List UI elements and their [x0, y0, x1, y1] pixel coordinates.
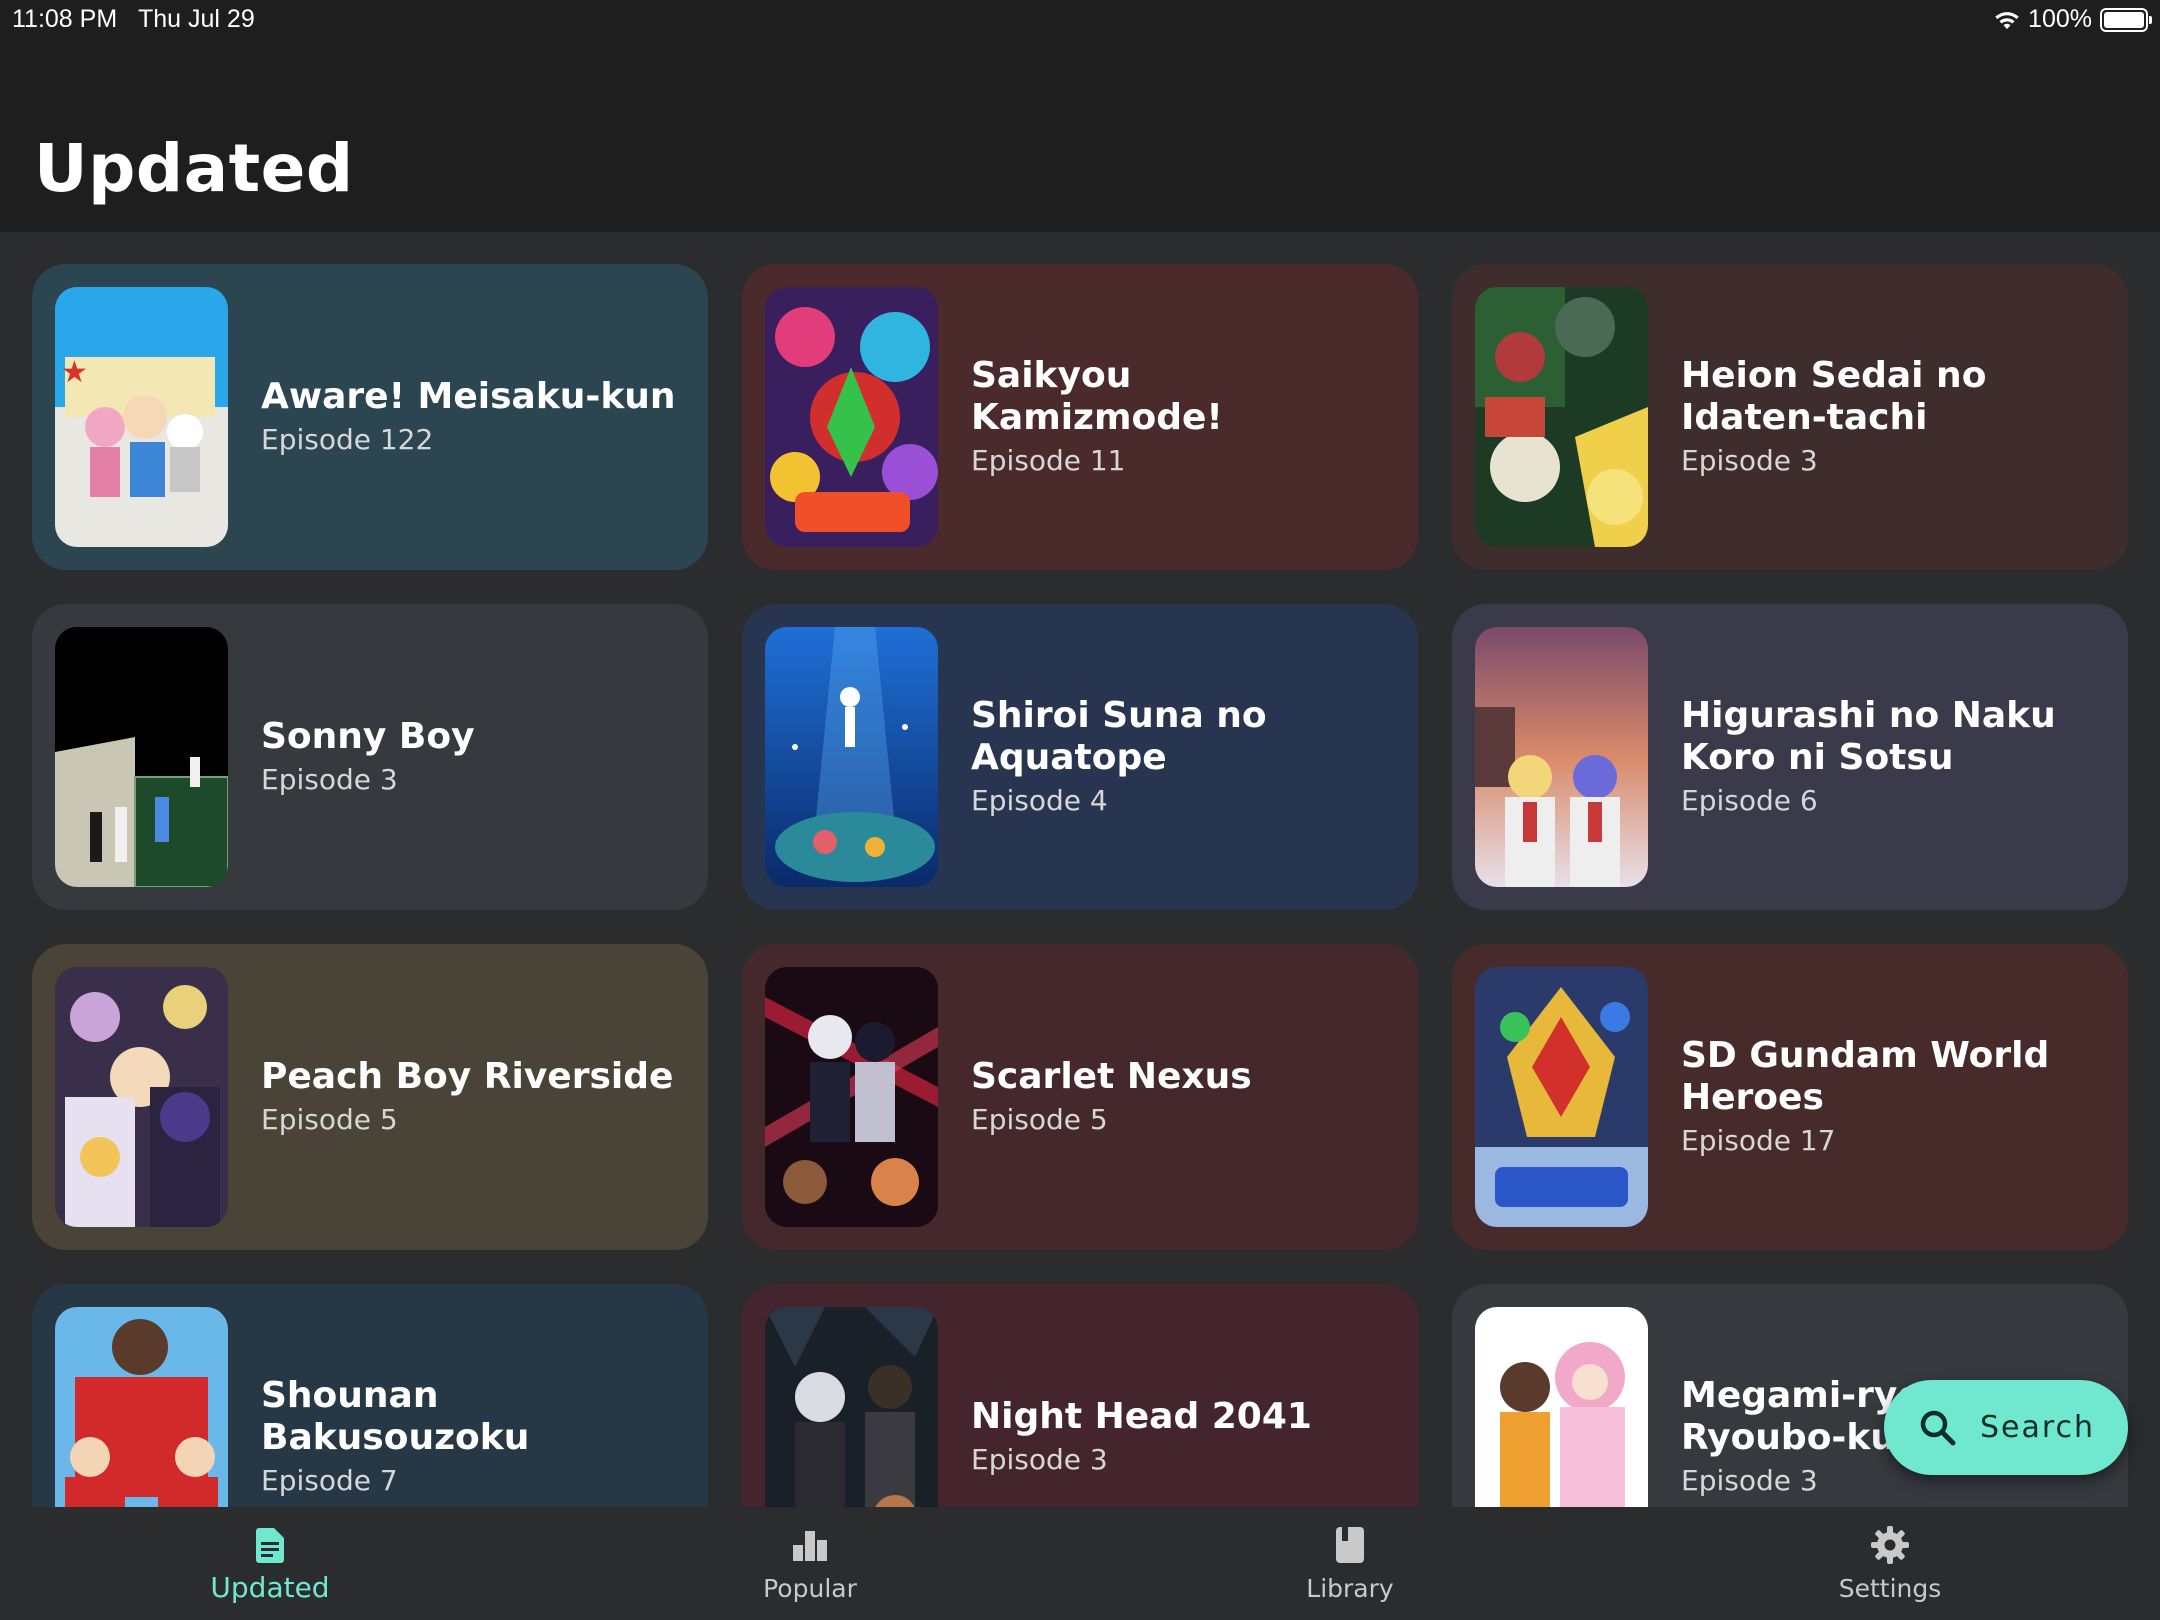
episode-label: Episode 122 — [261, 423, 434, 456]
nav-label-settings: Settings — [1838, 1574, 1942, 1603]
cover-image — [1475, 287, 1648, 547]
episode-card[interactable]: Night Head 2041 Episode 3 — [742, 1284, 1418, 1507]
series-title: Heion Sedai no Idaten-tachi — [1681, 355, 1987, 438]
episode-card[interactable]: Peach Boy Riverside Episode 5 — [32, 944, 708, 1250]
series-title: Scarlet Nexus — [971, 1056, 1252, 1097]
series-title: Shiroi Suna no Aquatope — [971, 695, 1267, 778]
wifi-icon — [1995, 11, 2019, 29]
cover-image — [765, 967, 938, 1227]
episode-label: Episode 3 — [261, 763, 398, 796]
cover-image — [765, 287, 938, 547]
nav-item-updated[interactable]: Updated — [0, 1507, 540, 1620]
episode-label: Episode 3 — [1681, 444, 1818, 477]
nav-item-library[interactable]: Library — [1080, 1507, 1620, 1620]
card-text: Shiroi Suna no Aquatope Episode 4 — [971, 604, 1391, 910]
episode-card[interactable]: Heion Sedai no Idaten-tachi Episode 3 — [1452, 264, 2128, 570]
episode-card[interactable]: Scarlet Nexus Episode 5 — [742, 944, 1418, 1250]
cover-image — [1475, 967, 1648, 1227]
gear-icon — [1871, 1526, 1909, 1564]
search-button[interactable]: Search — [1884, 1380, 2128, 1475]
card-text: Sonny Boy Episode 3 — [261, 604, 681, 910]
episode-card[interactable]: Higurashi no Naku Koro ni Sotsu Episode … — [1452, 604, 2128, 910]
series-title: Higurashi no Naku Koro ni Sotsu — [1681, 695, 2056, 778]
search-button-label: Search — [1980, 1410, 2096, 1445]
series-title: Shounan Bakusouzoku — [261, 1375, 530, 1458]
card-text: Heion Sedai no Idaten-tachi Episode 3 — [1681, 264, 2101, 570]
episode-label: Episode 5 — [261, 1103, 398, 1136]
app-screen: 11:08 PM Thu Jul 29 100% Updated ★ Aware… — [0, 0, 2160, 1620]
series-title: Night Head 2041 — [971, 1396, 1312, 1437]
episode-label: Episode 11 — [971, 444, 1126, 477]
series-title: Saikyou Kamizmode! — [971, 355, 1223, 438]
bottom-navigation: Updated Popular Library Settings — [0, 1507, 2160, 1620]
series-title: Aware! Meisaku-kun — [261, 376, 676, 417]
episode-card[interactable]: Saikyou Kamizmode! Episode 11 — [742, 264, 1418, 570]
status-bar: 11:08 PM Thu Jul 29 100% — [0, 0, 2160, 40]
nav-label-popular: Popular — [763, 1574, 857, 1603]
card-text: Shounan Bakusouzoku Episode 7 — [261, 1284, 681, 1507]
episode-card[interactable]: Shounan Bakusouzoku Episode 7 — [32, 1284, 708, 1507]
episode-label: Episode 5 — [971, 1103, 1108, 1136]
card-text: Aware! Meisaku-kun Episode 122 — [261, 264, 681, 570]
card-text: Night Head 2041 Episode 3 — [971, 1284, 1391, 1507]
series-title: Sonny Boy — [261, 716, 475, 757]
card-text: SD Gundam World Heroes Episode 17 — [1681, 944, 2101, 1250]
cover-image — [1475, 627, 1648, 887]
search-icon — [1920, 1410, 1956, 1445]
app-header: Updated — [0, 40, 2160, 232]
nav-label-updated: Updated — [210, 1571, 330, 1604]
cover-image: ★ — [55, 287, 228, 547]
episode-card[interactable]: SD Gundam World Heroes Episode 17 — [1452, 944, 2128, 1250]
battery-icon — [2100, 7, 2152, 32]
nav-label-library: Library — [1306, 1574, 1394, 1603]
episode-label: Episode 3 — [971, 1443, 1108, 1476]
nav-item-settings[interactable]: Settings — [1620, 1507, 2160, 1620]
episode-label: Episode 6 — [1681, 784, 1818, 817]
book-icon — [1336, 1527, 1364, 1563]
card-text: Peach Boy Riverside Episode 5 — [261, 944, 681, 1250]
episode-label: Episode 4 — [971, 784, 1108, 817]
episode-label: Episode 17 — [1681, 1124, 1836, 1157]
nav-item-popular[interactable]: Popular — [540, 1507, 1080, 1620]
card-text: Scarlet Nexus Episode 5 — [971, 944, 1391, 1250]
cover-image — [55, 1307, 228, 1507]
bar-chart-icon — [793, 1531, 827, 1561]
cover-image — [55, 967, 228, 1227]
cover-image — [765, 627, 938, 887]
series-title: SD Gundam World Heroes — [1681, 1035, 2050, 1118]
episode-card[interactable]: Shiroi Suna no Aquatope Episode 4 — [742, 604, 1418, 910]
status-time: 11:08 PM — [12, 5, 118, 33]
cover-image — [1475, 1307, 1648, 1507]
card-text: Higurashi no Naku Koro ni Sotsu Episode … — [1681, 604, 2101, 910]
document-icon — [256, 1528, 284, 1563]
series-title: Peach Boy Riverside — [261, 1056, 674, 1097]
episode-card[interactable]: ★ Aware! Meisaku-kun Episode 122 — [32, 264, 708, 570]
episode-label: Episode 7 — [261, 1464, 398, 1497]
status-indicators: 100% — [1994, 5, 2152, 34]
cover-image — [765, 1307, 938, 1507]
episode-card[interactable]: Sonny Boy Episode 3 — [32, 604, 708, 910]
status-date: Thu Jul 29 — [138, 5, 255, 33]
page-title: Updated — [34, 130, 354, 207]
svg-text:★: ★ — [61, 355, 88, 390]
battery-percent: 100% — [2028, 5, 2092, 33]
card-text: Saikyou Kamizmode! Episode 11 — [971, 264, 1391, 570]
cover-image — [55, 627, 228, 887]
episode-grid: ★ Aware! Meisaku-kun Episode 122 Saikyou… — [0, 232, 2160, 1507]
